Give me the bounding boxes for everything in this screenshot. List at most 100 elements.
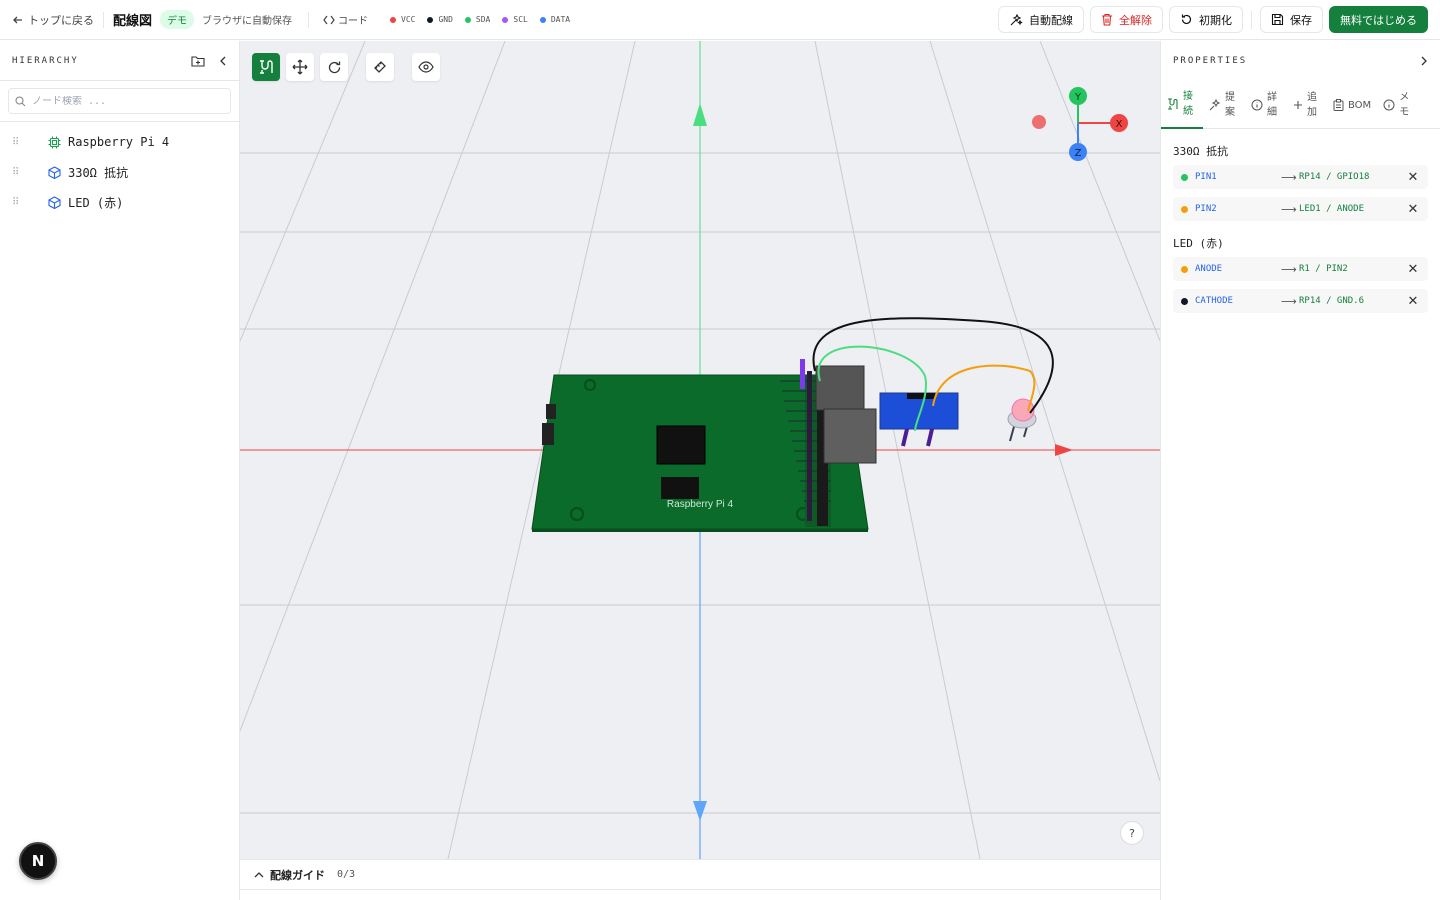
legend-label: DATA <box>550 15 571 24</box>
legend-label: GND <box>438 15 453 24</box>
x-axis-arrow <box>1055 444 1073 456</box>
info-icon <box>1383 99 1395 111</box>
wire-icon <box>260 60 273 74</box>
visibility-toggle-button[interactable] <box>412 53 440 81</box>
orientation-gizmo[interactable]: Y X Z <box>1032 87 1128 161</box>
properties-header: PROPERTIES <box>1161 41 1440 81</box>
group-title: 330Ω 抵抗 <box>1173 145 1229 158</box>
viewport-toolbar <box>252 53 440 81</box>
arrow-left-icon <box>13 16 22 23</box>
wire-color-dot <box>1181 205 1188 213</box>
scene-canvas[interactable]: Raspberry Pi 4 Y X Z <box>240 41 1160 859</box>
folder-plus-icon[interactable] <box>191 55 205 67</box>
arrow-right-icon: ⟶ <box>1281 170 1297 184</box>
drag-handle-icon[interactable]: ⠿ <box>12 197 22 208</box>
drag-handle-icon[interactable]: ⠿ <box>12 167 22 178</box>
properties-tabs: 接続 提案 詳細 追加 BOM メモ <box>1161 81 1440 129</box>
remove-connection-icon[interactable]: ✕ <box>1406 202 1420 217</box>
info-icon <box>1251 99 1263 111</box>
code-button[interactable]: コード <box>323 12 368 27</box>
pin-name: PIN2 <box>1195 204 1217 214</box>
sparkle-icon <box>1010 13 1023 25</box>
legend-item-sda: SDA <box>464 15 491 24</box>
connection-target: RP14 / GND.6 <box>1299 296 1365 306</box>
wiring-guide-bar[interactable]: 配線ガイド 0/3 <box>240 859 1160 890</box>
3d-viewport[interactable]: Raspberry Pi 4 Y X Z ? <box>240 41 1160 859</box>
trash-icon <box>1102 13 1112 26</box>
auto-wire-label: 自動配線 <box>1029 13 1073 27</box>
chevron-right-icon[interactable] <box>1420 55 1428 67</box>
legend-dot <box>539 16 546 23</box>
guide-title: 配線ガイド <box>270 868 325 882</box>
tab-label: 接続 <box>1183 91 1193 117</box>
sparkle-icon <box>1209 99 1221 111</box>
legend-label: SCL <box>513 15 528 24</box>
pin-name: CATHODE <box>1195 296 1233 306</box>
legend-dot <box>390 16 397 23</box>
gizmo-x-label: X <box>1116 119 1123 130</box>
node-search-input[interactable] <box>32 95 222 107</box>
tree-item-raspberry-pi[interactable]: ⠿ Raspberry Pi 4 <box>0 127 239 157</box>
top-bar: トップに戻る 配線図 デモ ブラウザに自動保存 コード VCC GND SDA … <box>0 0 1440 40</box>
remove-connection-icon[interactable]: ✕ <box>1406 170 1420 185</box>
pin-name: ANODE <box>1195 264 1223 274</box>
back-link[interactable]: トップに戻る <box>12 12 94 28</box>
connection-row[interactable]: PIN1 ⟶ RP14 / GPIO18 ✕ <box>1173 165 1428 189</box>
connection-row[interactable]: PIN2 ⟶ LED1 / ANODE ✕ <box>1173 197 1428 221</box>
save-button[interactable]: 保存 <box>1260 6 1323 33</box>
connection-row[interactable]: ANODE ⟶ R1 / PIN2 ✕ <box>1173 257 1428 281</box>
gizmo-y-label: Y <box>1074 92 1082 103</box>
legend-dot <box>427 16 434 23</box>
ruler-icon <box>374 61 386 73</box>
chevron-up-icon[interactable] <box>254 871 264 878</box>
chevron-left-icon[interactable] <box>219 55 227 67</box>
drag-handle-icon[interactable]: ⠿ <box>12 137 22 148</box>
legend-label: SDA <box>475 15 491 24</box>
legend-item-vcc: VCC <box>390 15 415 24</box>
clipboard-icon <box>1333 99 1344 111</box>
move-icon <box>292 59 308 75</box>
gizmo-neg-x[interactable] <box>1032 115 1046 129</box>
tree-item-resistor[interactable]: ⠿ 330Ω 抵抗 <box>0 157 239 187</box>
led-red[interactable] <box>1007 398 1037 442</box>
help-button[interactable]: ? <box>1120 821 1144 845</box>
autosave-status: ブラウザに自動保存 <box>202 16 293 27</box>
tab-label: 追加 <box>1307 92 1317 118</box>
remove-connection-icon[interactable]: ✕ <box>1406 262 1420 277</box>
measure-tool-button[interactable] <box>366 53 394 81</box>
gizmo-z-label: Z <box>1075 148 1082 159</box>
plus-icon <box>1294 101 1302 109</box>
tab-memo[interactable]: メモ <box>1377 81 1419 129</box>
connection-row[interactable]: CATHODE ⟶ RP14 / GND.6 ✕ <box>1173 289 1428 313</box>
tree-item-led[interactable]: ⠿ LED (赤) <box>0 187 239 217</box>
start-free-button[interactable]: 無料ではじめる <box>1329 6 1428 33</box>
board-label: Raspberry Pi 4 <box>667 499 734 510</box>
code-icon <box>323 15 335 24</box>
tab-bom[interactable]: BOM <box>1327 81 1377 129</box>
cube-icon <box>48 195 61 209</box>
tab-add[interactable]: 追加 <box>1287 81 1327 129</box>
auto-wire-button[interactable]: 自動配線 <box>998 6 1084 33</box>
arrow-right-icon: ⟶ <box>1281 262 1297 276</box>
resistor-330[interactable] <box>879 392 959 447</box>
save-icon <box>1271 13 1284 26</box>
chip-icon <box>48 136 61 148</box>
tab-label: BOM <box>1348 99 1372 111</box>
clear-all-button[interactable]: 全解除 <box>1090 6 1163 33</box>
wire-tool-button[interactable] <box>252 53 280 81</box>
wire-color-dot <box>1181 265 1188 273</box>
connection-group-led: LED (赤) ANODE ⟶ R1 / PIN2 ✕ CATHODE ⟶ RP… <box>1161 235 1440 313</box>
z-axis-arrow <box>693 801 707 821</box>
wire-color-dot <box>1181 173 1188 181</box>
connection-target: R1 / PIN2 <box>1299 264 1348 274</box>
remove-connection-icon[interactable]: ✕ <box>1406 294 1420 309</box>
tab-details[interactable]: 詳細 <box>1245 81 1287 129</box>
rotate-tool-button[interactable] <box>320 53 348 81</box>
tab-connections[interactable]: 接続 <box>1161 81 1203 129</box>
next-dev-badge[interactable]: N <box>19 842 57 880</box>
properties-panel: PROPERTIES 接続 提案 詳細 追加 BOM メモ 330Ω 抵抗 PI… <box>1160 41 1440 900</box>
move-tool-button[interactable] <box>286 53 314 81</box>
reset-button[interactable]: 初期化 <box>1169 6 1243 33</box>
divider <box>103 11 104 28</box>
tab-suggestions[interactable]: 提案 <box>1203 81 1245 129</box>
